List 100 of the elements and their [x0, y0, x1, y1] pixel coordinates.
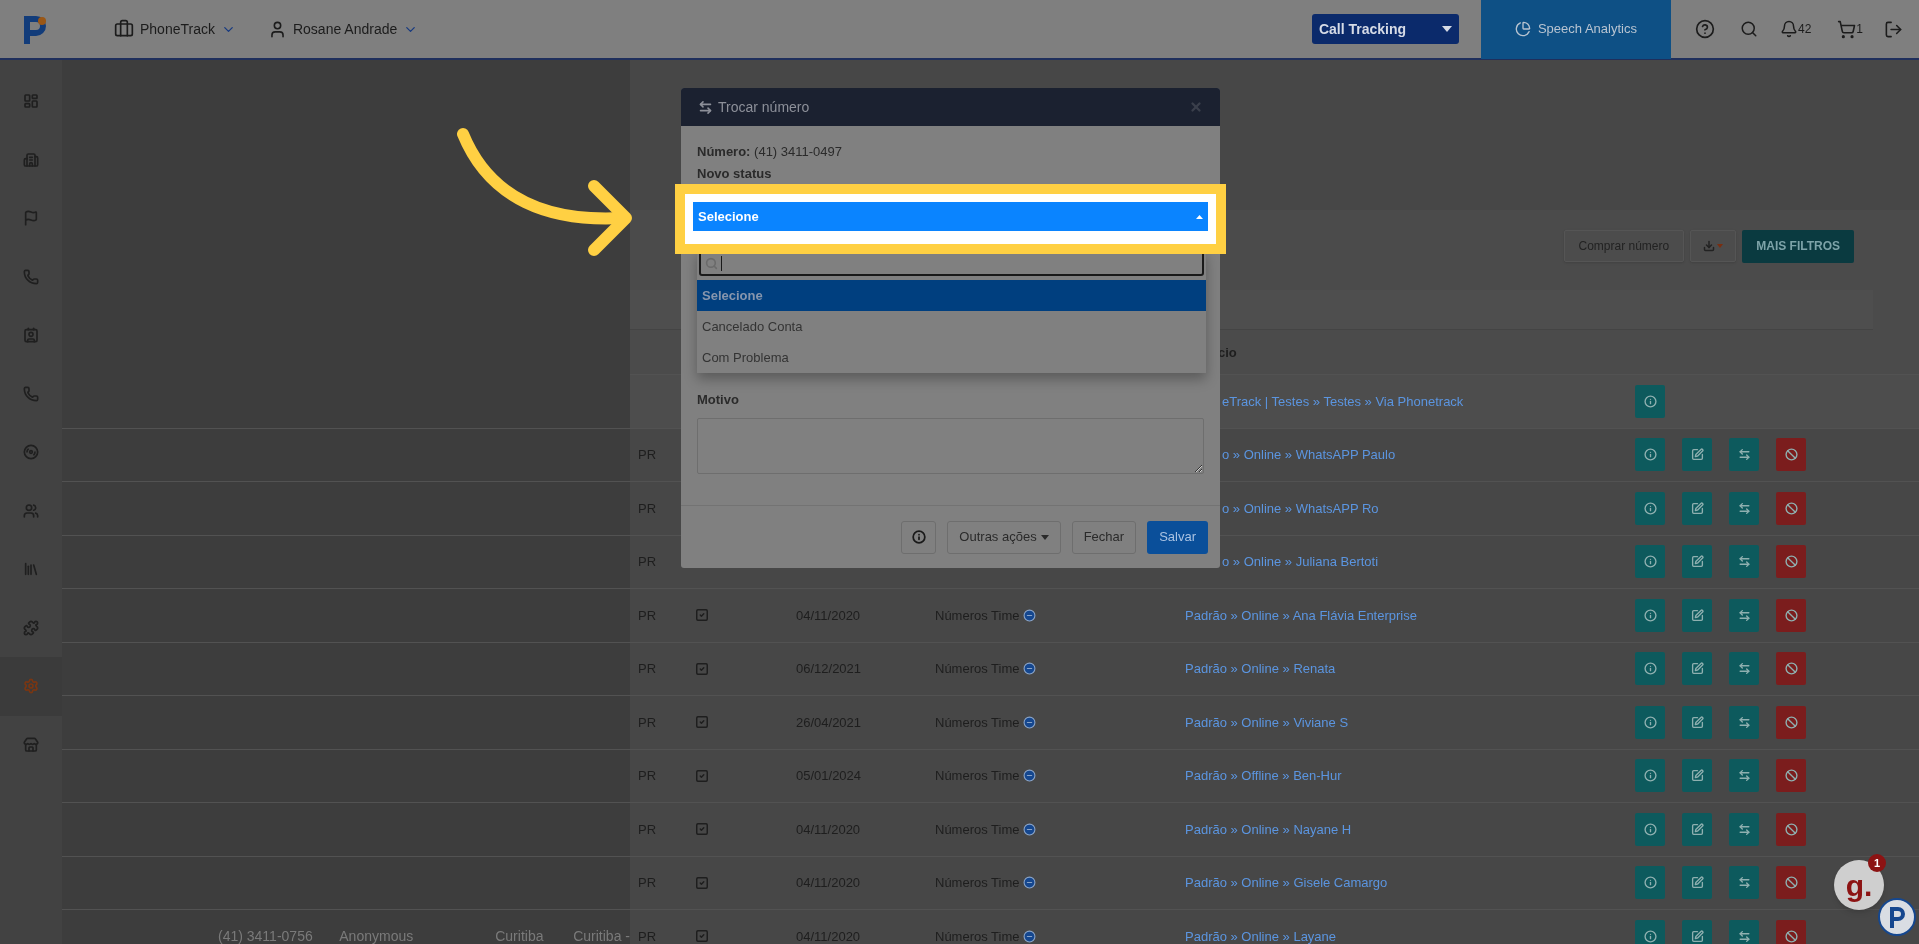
- speech-analytics-tab[interactable]: Speech Analytics: [1480, 0, 1671, 59]
- info-button[interactable]: [1635, 812, 1665, 846]
- swap-button[interactable]: [1729, 652, 1759, 686]
- edit-icon: [1690, 555, 1704, 569]
- help-icon[interactable]: [1694, 19, 1715, 39]
- swap-icon: [1737, 769, 1751, 783]
- edit-icon: [1690, 501, 1704, 515]
- dropdown-option[interactable]: Selecione: [697, 280, 1206, 311]
- route-link[interactable]: o » Online » Juliana Bertoti: [1222, 554, 1379, 569]
- info-button[interactable]: [1635, 652, 1665, 686]
- swap-icon: [1737, 555, 1751, 569]
- swap-icon: [1737, 822, 1751, 836]
- notifications-button[interactable]: 42: [1779, 20, 1812, 38]
- edit-button[interactable]: [1682, 705, 1712, 739]
- swap-button[interactable]: [1729, 545, 1759, 579]
- info-icon: [1643, 394, 1657, 408]
- info-button[interactable]: [1635, 866, 1665, 900]
- swap-button[interactable]: [1729, 759, 1759, 793]
- caret-icon: [1717, 244, 1724, 248]
- route-link[interactable]: o » Online » WhatsAPP Ro: [1222, 500, 1379, 516]
- other-actions-button[interactable]: Outras ações: [947, 520, 1061, 554]
- route-link[interactable]: Padrão » Online » Ana Flávia Enterprise: [1185, 607, 1417, 623]
- info-button[interactable]: [1635, 919, 1665, 944]
- route-link[interactable]: Padrão » Online » Viviane S: [1185, 714, 1349, 730]
- edit-button[interactable]: [1682, 598, 1712, 632]
- block-icon: [1784, 929, 1798, 943]
- info-icon: [1643, 501, 1657, 515]
- route-link[interactable]: o » Online » WhatsAPP Paulo: [1222, 447, 1396, 462]
- info-button[interactable]: [901, 520, 937, 554]
- edit-button[interactable]: [1682, 545, 1712, 579]
- route-link[interactable]: Padrão » Online » Renata: [1185, 661, 1336, 676]
- info-icon: [1643, 555, 1657, 569]
- swap-icon: [1737, 929, 1751, 943]
- minus-circle-icon: [1022, 876, 1036, 890]
- product-menu[interactable]: PhoneTrack: [114, 18, 236, 40]
- block-button[interactable]: [1776, 705, 1806, 739]
- route-link[interactable]: Padrão » Online » Nayane H: [1185, 821, 1352, 837]
- block-icon: [1784, 769, 1798, 783]
- reason-field[interactable]: [697, 418, 1204, 474]
- block-button[interactable]: [1776, 812, 1806, 846]
- library-icon: [23, 561, 39, 578]
- block-button[interactable]: [1776, 438, 1806, 472]
- swap-button[interactable]: [1729, 491, 1759, 525]
- swap-button[interactable]: [1729, 919, 1759, 944]
- edit-icon: [1690, 715, 1704, 729]
- block-button[interactable]: [1776, 491, 1806, 525]
- status-select[interactable]: Selecione: [693, 202, 1208, 231]
- route-link[interactable]: Padrão » Online » Layane: [1185, 928, 1337, 944]
- dropdown-option[interactable]: Com Problema: [697, 342, 1206, 373]
- info-button[interactable]: [1635, 759, 1665, 793]
- route-link[interactable]: Padrão » Offline » Ben-Hur: [1185, 768, 1342, 783]
- logo-icon[interactable]: [1878, 898, 1916, 936]
- swap-icon: [1737, 608, 1751, 622]
- cart-button[interactable]: 1: [1837, 19, 1863, 39]
- info-icon: [1643, 876, 1657, 890]
- more-filters-button[interactable]: MAIS FILTROS: [1742, 229, 1854, 263]
- bell-icon: [1779, 20, 1798, 38]
- block-button[interactable]: [1776, 919, 1806, 944]
- block-button[interactable]: [1776, 545, 1806, 579]
- save-button[interactable]: Salvar: [1147, 520, 1208, 554]
- user-menu[interactable]: Rosane Andrade: [267, 18, 419, 40]
- swap-button[interactable]: [1729, 812, 1759, 846]
- table-cell-text: Curitiba: [495, 926, 545, 944]
- search-icon[interactable]: [1739, 20, 1758, 38]
- edit-button[interactable]: [1682, 438, 1712, 472]
- swap-button[interactable]: [1729, 705, 1759, 739]
- edit-button[interactable]: [1682, 919, 1712, 944]
- edit-button[interactable]: [1682, 812, 1712, 846]
- edit-button[interactable]: [1682, 759, 1712, 793]
- logout-icon[interactable]: [1884, 19, 1903, 39]
- info-button[interactable]: [1635, 705, 1665, 739]
- edit-icon: [1690, 662, 1704, 676]
- route-link[interactable]: eTrack | Testes » Testes » Via Phonetrack: [1222, 393, 1464, 409]
- minus-circle-icon: [1022, 822, 1036, 836]
- close-button[interactable]: Fechar: [1071, 520, 1137, 554]
- edit-button[interactable]: [1682, 866, 1712, 900]
- info-button[interactable]: [1635, 598, 1665, 632]
- swap-button[interactable]: [1729, 438, 1759, 472]
- route-link[interactable]: Padrão » Online » Gisele Camargo: [1185, 875, 1388, 890]
- block-button[interactable]: [1776, 866, 1806, 900]
- info-button[interactable]: [1635, 384, 1665, 418]
- block-icon: [1784, 501, 1798, 515]
- disc-icon: [23, 444, 39, 461]
- swap-button[interactable]: [1729, 598, 1759, 632]
- block-button[interactable]: [1776, 759, 1806, 793]
- block-button[interactable]: [1776, 598, 1806, 632]
- block-button[interactable]: [1776, 652, 1806, 686]
- edit-button[interactable]: [1682, 491, 1712, 525]
- block-icon: [1784, 662, 1798, 676]
- swap-button[interactable]: [1729, 866, 1759, 900]
- product-select[interactable]: Call Tracking: [1311, 14, 1459, 44]
- dropdown-option[interactable]: Cancelado Conta: [697, 311, 1206, 342]
- info-button[interactable]: [1635, 438, 1665, 472]
- minus-circle-icon: [1022, 662, 1036, 676]
- edit-button[interactable]: [1682, 652, 1712, 686]
- store-icon: [23, 736, 39, 753]
- info-button[interactable]: [1635, 491, 1665, 525]
- minus-circle-icon: [1022, 769, 1036, 783]
- table-cell-text: Curitiba -: [573, 926, 630, 944]
- info-button[interactable]: [1635, 545, 1665, 579]
